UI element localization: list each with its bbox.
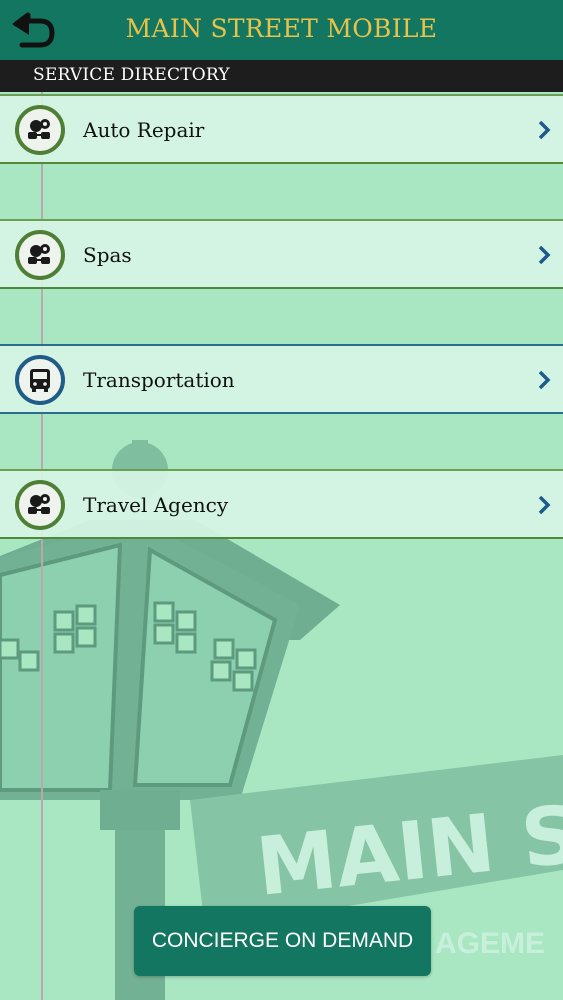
directory-item-label: Spas <box>83 243 132 267</box>
services-icon <box>15 480 65 530</box>
directory-item-label: Auto Repair <box>83 118 205 142</box>
app-title: MAIN STREET MOBILE <box>125 14 438 43</box>
directory-item-spas[interactable]: Spas <box>0 219 563 289</box>
sign-partial-text: AGEME <box>435 927 545 960</box>
directory-item-auto-repair[interactable]: Auto Repair <box>0 94 563 164</box>
chevron-right-icon <box>538 370 551 390</box>
bus-icon <box>15 355 65 405</box>
directory-item-travel-agency[interactable]: Travel Agency <box>0 469 563 539</box>
top-bar: MAIN STREET MOBILE <box>0 0 563 60</box>
directory-item-transportation[interactable]: Transportation <box>0 344 563 414</box>
services-icon <box>15 105 65 155</box>
cta-label: CONCIERGE ON DEMAND <box>151 929 414 952</box>
concierge-on-demand-button[interactable]: CONCIERGE ON DEMAND <box>134 906 431 976</box>
chevron-right-icon <box>538 120 551 140</box>
directory-item-label: Travel Agency <box>83 493 229 517</box>
section-header: SERVICE DIRECTORY <box>0 60 563 92</box>
chevron-right-icon <box>538 495 551 515</box>
chevron-right-icon <box>538 245 551 265</box>
section-title: SERVICE DIRECTORY <box>33 65 230 85</box>
services-icon <box>15 230 65 280</box>
directory-item-label: Transportation <box>83 368 235 392</box>
